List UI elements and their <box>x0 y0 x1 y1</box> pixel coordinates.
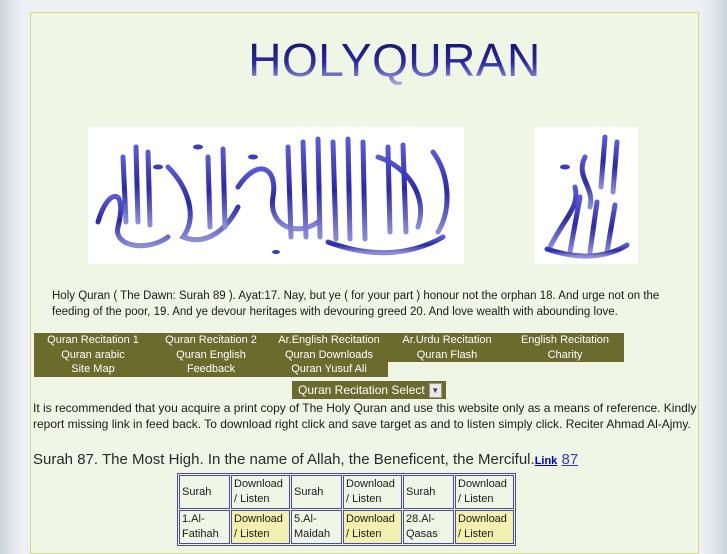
recitation-select-label: Quran Recitation Select <box>298 383 425 397</box>
surah-name-cell: 28.Al-Qasas <box>403 510 454 544</box>
nav-menu: Quran Recitation 1 Quran Recitation 2 Ar… <box>34 333 624 377</box>
intro-verse-text: Holy Quran ( The Dawn: Surah 89 ). Ayat:… <box>52 290 660 318</box>
menu-item-quran-recitation-2[interactable]: Quran Recitation 2 <box>152 333 270 348</box>
table-header-cell: Download / Listen <box>455 475 514 509</box>
table-row: 1.Al-Fatihah Download / Listen 5.Al-Maid… <box>179 510 514 544</box>
site-title: HOLYQURAN <box>248 34 541 86</box>
table-header-cell: Surah <box>291 475 342 509</box>
menu-item-site-map[interactable]: Site Map <box>34 362 152 377</box>
menu-item-ar-english-recitation[interactable]: Ar.English Recitation <box>270 333 388 348</box>
surah-name-cell: 5.Al-Maidah <box>291 510 342 544</box>
menu-item-charity[interactable]: Charity <box>506 347 624 362</box>
menu-item-quran-flash[interactable]: Quran Flash <box>388 347 506 362</box>
surah-name-cell: 1.Al-Fatihah <box>179 510 230 544</box>
menu-item-english-recitation[interactable]: English Recitation <box>506 333 624 348</box>
table-header-cell: Surah <box>403 475 454 509</box>
surah-heading-text: Surah 87. The Most High. In the name of … <box>33 451 535 468</box>
surah-heading: Surah 87. The Most High. In the name of … <box>33 451 578 468</box>
table-header-cell: Download / Listen <box>343 475 402 509</box>
surah-link[interactable]: Link <box>535 455 558 467</box>
allahu-akbar-calligraphy-image <box>535 127 638 264</box>
page-content: HOLYQURAN Holy Quran (The Dawn: Surah 8… <box>30 12 699 554</box>
menu-item-quran-recitation-1[interactable]: Quran Recitation 1 <box>34 333 152 348</box>
surah-link-number[interactable]: 87 <box>561 451 578 468</box>
usage-notice: It is recommended that you acquire a pri… <box>33 401 697 431</box>
menu-item-feedback[interactable]: Feedback <box>152 362 270 377</box>
table-header-row: Surah Download / Listen Surah Download /… <box>179 475 514 509</box>
table-header-cell: Download / Listen <box>231 475 290 509</box>
download-listen-link[interactable]: Download / Listen <box>231 510 290 544</box>
site-banner: HOLYQURAN <box>31 33 698 87</box>
menu-item-ar-urdu-recitation[interactable]: Ar.Urdu Recitation <box>388 333 506 348</box>
recitation-select-dropdown[interactable]: Quran Recitation Select ▼ <box>292 381 446 399</box>
menu-item-quran-yusuf-ali[interactable]: Quran Yusuf Ali <box>270 362 388 377</box>
shahada-calligraphy-image <box>88 127 464 264</box>
table-header-cell: Surah <box>179 475 230 509</box>
menu-item-quran-downloads[interactable]: Quran Downloads <box>270 347 388 362</box>
surah-index-table: Surah Download / Listen Surah Download /… <box>177 473 516 546</box>
menu-item-quran-arabic[interactable]: Quran arabic <box>34 347 152 362</box>
chevron-down-icon[interactable]: ▼ <box>428 382 442 398</box>
download-listen-link[interactable]: Download / Listen <box>343 510 402 544</box>
download-listen-link[interactable]: Download / Listen <box>455 510 514 544</box>
menu-item-quran-english[interactable]: Quran English <box>152 347 270 362</box>
